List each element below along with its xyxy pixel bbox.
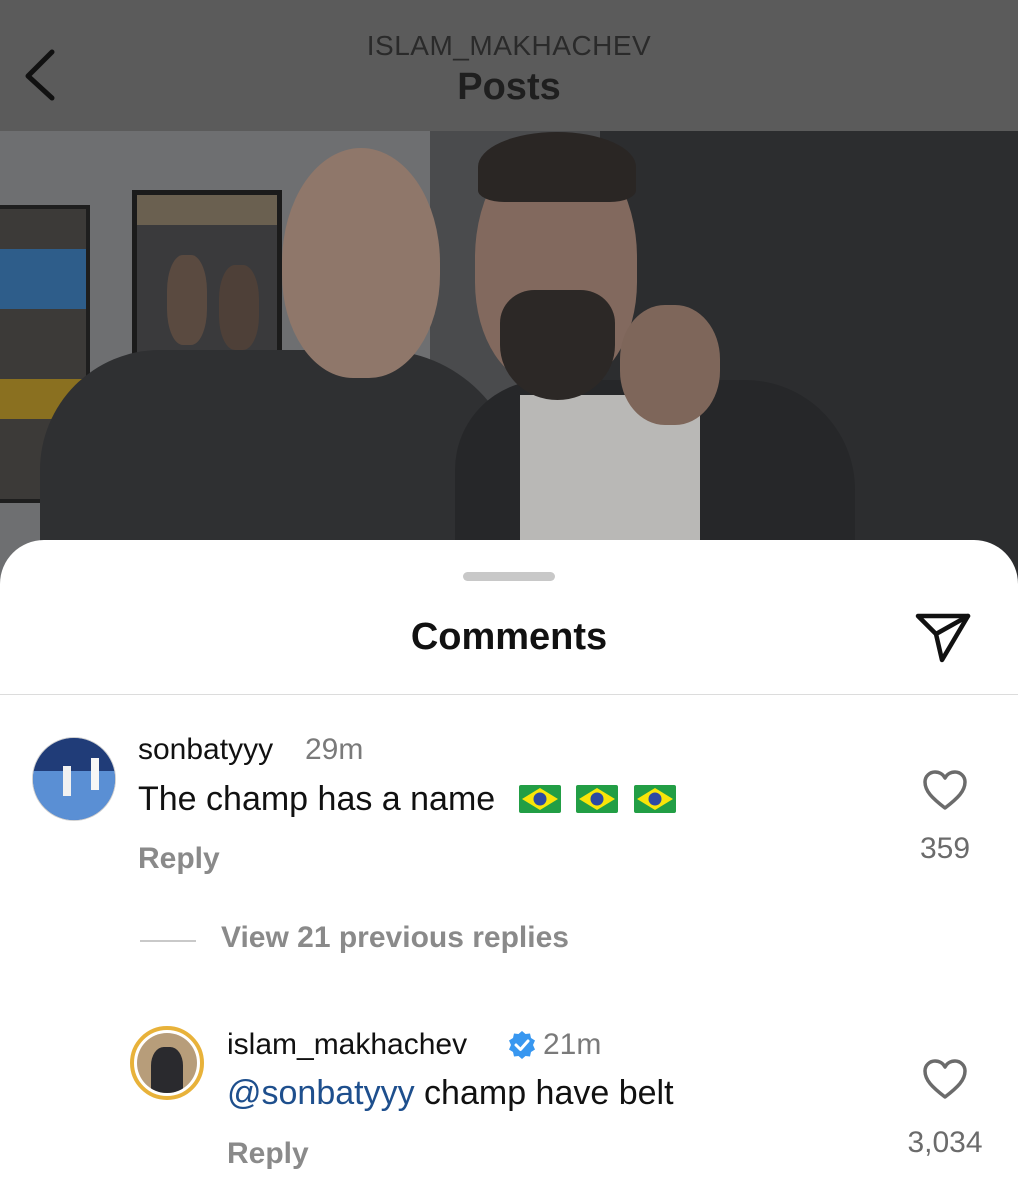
mention-link[interactable]: @sonbatyyy — [227, 1074, 415, 1112]
reply-text: @sonbatyyy champ have belt — [227, 1074, 674, 1113]
share-send-icon[interactable] — [912, 610, 974, 666]
reply-button[interactable]: Reply — [227, 1137, 309, 1171]
brazil-flag-icon — [633, 785, 676, 813]
profile-username: ISLAM_MAKHACHEV — [366, 30, 652, 61]
reply-time: 21m — [543, 1028, 602, 1061]
drag-handle[interactable] — [463, 572, 555, 581]
reply-username[interactable]: islam_makhachev — [227, 1028, 467, 1062]
comments-sheet: Comments sonbatyyy 29m The champ has a n… — [0, 540, 1018, 1200]
replies-line — [140, 940, 196, 942]
person-left-arm — [620, 305, 720, 425]
reply-body: champ have belt — [414, 1074, 674, 1112]
person-right-beard — [500, 290, 615, 400]
brazil-flag-icon — [576, 785, 619, 813]
like-count: 3,034 — [907, 1126, 983, 1159]
brazil-flag-icon — [518, 785, 561, 813]
divider — [0, 694, 1018, 695]
view-replies-button[interactable]: View 21 previous replies — [221, 921, 569, 955]
screen: ISLAM_MAKHACHEV Posts Comments sonbatyyy… — [0, 0, 1018, 1200]
comments-title: Comments — [410, 616, 608, 658]
person-left-head — [282, 148, 440, 378]
comment-time: 29m — [305, 733, 364, 766]
comment-text: The champ has a name — [138, 780, 676, 819]
verified-badge-icon — [509, 1031, 535, 1059]
person-right-hair — [478, 132, 636, 202]
reply-button[interactable]: Reply — [138, 842, 220, 876]
top-bar: ISLAM_MAKHACHEV Posts — [0, 0, 1018, 131]
heart-icon[interactable] — [922, 769, 968, 811]
comment-username[interactable]: sonbatyyy — [138, 733, 273, 767]
like-count: 359 — [919, 832, 971, 865]
heart-icon[interactable] — [922, 1058, 968, 1100]
comment-body: The champ has a name — [138, 780, 496, 818]
avatar[interactable] — [32, 737, 116, 821]
page-title: Posts — [457, 66, 561, 108]
avatar[interactable] — [137, 1033, 197, 1093]
